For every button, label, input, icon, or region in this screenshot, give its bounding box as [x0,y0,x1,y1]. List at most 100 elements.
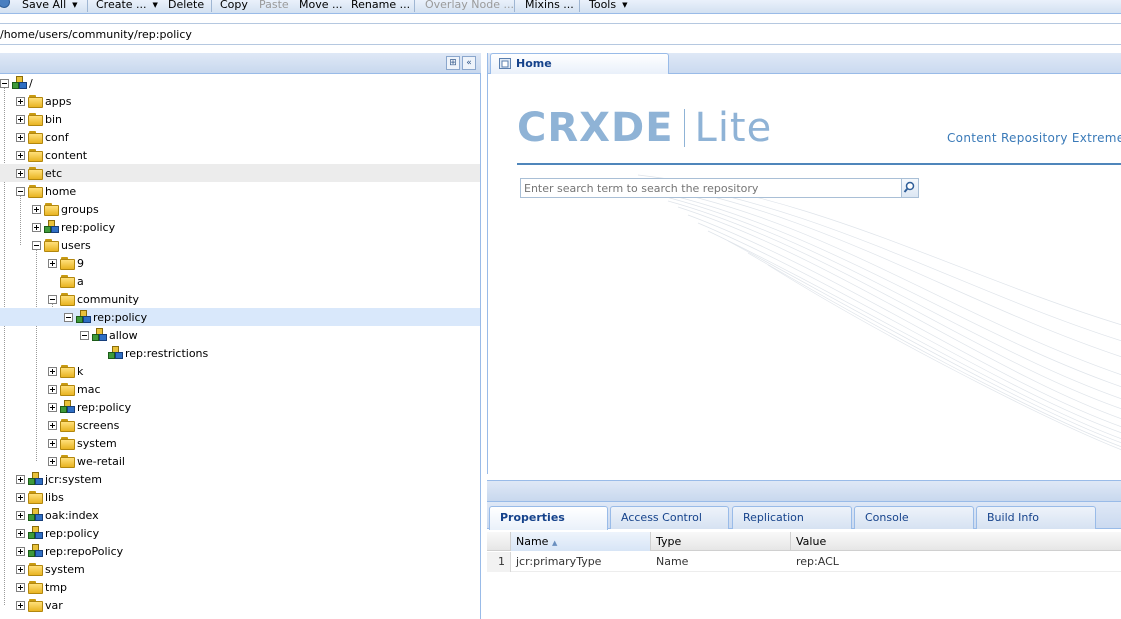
tree-node[interactable]: rep:policy [0,398,480,416]
table-row[interactable]: 1 jcr:primaryType Name rep:ACL [487,552,1121,572]
property-name[interactable]: jcr:primaryType [511,552,651,572]
expand-icon[interactable] [32,205,41,214]
column-header-type[interactable]: Type [651,532,791,551]
panel-splitter[interactable] [487,480,1121,502]
expand-icon[interactable] [16,601,25,610]
tree-node[interactable]: system [0,434,480,452]
tools-button[interactable]: Tools ▼ [589,0,628,13]
tree-node[interactable]: var [0,596,480,614]
crxde-subtitle: Content Repository Extreme Development E… [947,131,1121,145]
tree-node[interactable]: bin [0,110,480,128]
tree-node[interactable]: system [0,560,480,578]
tree-node[interactable]: k [0,362,480,380]
collapse-icon[interactable] [32,241,41,250]
folder-icon [28,580,44,594]
search-button[interactable] [901,178,919,198]
tree-node[interactable]: screens [0,416,480,434]
tree-node[interactable]: libs [0,488,480,506]
tree-node[interactable]: etc [0,164,480,182]
expand-icon[interactable] [16,529,25,538]
tab-home-label: Home [516,57,552,70]
repository-search-input[interactable] [521,179,901,197]
expand-icon[interactable] [48,421,57,430]
tree-node-label: home [45,185,77,198]
copy-button[interactable]: Copy [220,0,248,13]
tree-node[interactable]: tmp [0,578,480,596]
tree-node[interactable]: community [0,290,480,308]
repository-tree: / apps bin conf content etc home groups rep:poli… [0,74,480,619]
tree-options-icon[interactable]: ⊞ [446,56,460,70]
properties-panel: Properties Access Control Replication Co… [487,502,1121,619]
refresh-icon[interactable] [0,0,10,8]
tree-node[interactable]: rep:policy [0,218,480,236]
collapse-icon[interactable] [16,187,25,196]
expand-icon[interactable] [16,565,25,574]
expand-icon[interactable] [48,439,57,448]
tab-home[interactable]: Home [490,53,669,74]
folder-icon [60,274,76,288]
expand-icon[interactable] [48,259,57,268]
tree-node[interactable]: home [0,182,480,200]
tree-node-label: system [77,437,117,450]
expand-icon[interactable] [16,547,25,556]
move-button[interactable]: Move ... [299,0,342,13]
path-input[interactable] [0,24,1121,44]
expand-icon[interactable] [48,403,57,412]
tree-node[interactable]: a [0,272,480,290]
cubes-icon [28,508,44,522]
property-type[interactable]: Name [651,552,791,572]
tab-build-info[interactable]: Build Info [976,506,1096,529]
rename-button[interactable]: Rename ... [351,0,410,13]
tab-console[interactable]: Console [854,506,974,529]
expand-icon[interactable] [16,151,25,160]
expand-icon[interactable] [16,475,25,484]
paste-button[interactable]: Paste [259,0,289,13]
tree-node[interactable]: we-retail [0,452,480,470]
tree-node[interactable]: rep:policy [0,308,480,326]
collapse-icon[interactable] [48,295,57,304]
expand-icon[interactable] [16,115,25,124]
expand-icon[interactable] [48,457,57,466]
expand-icon[interactable] [16,511,25,520]
tree-node[interactable]: jcr:system [0,470,480,488]
tree-node-label: rep:policy [93,311,148,324]
tree-node[interactable]: rep:repoPolicy [0,542,480,560]
tab-access-control[interactable]: Access Control [610,506,729,529]
expand-icon[interactable] [16,169,25,178]
tree-node[interactable]: allow [0,326,480,344]
create-button[interactable]: Create ... ▼ [96,0,158,13]
save-all-button[interactable]: Save All ▼ [22,0,78,13]
tree-node[interactable]: apps [0,92,480,110]
tree-node[interactable]: users [0,236,480,254]
tree-node[interactable]: content [0,146,480,164]
delete-button[interactable]: Delete [168,0,204,13]
expand-icon[interactable] [16,133,25,142]
tree-node[interactable]: oak:index [0,506,480,524]
property-value[interactable]: rep:ACL [791,552,1121,572]
tree-node[interactable]: groups [0,200,480,218]
folder-icon [28,562,44,576]
collapse-icon[interactable] [0,79,9,88]
collapse-panel-icon[interactable]: « [462,56,476,70]
tab-properties[interactable]: Properties [489,506,608,530]
tree-node[interactable]: conf [0,128,480,146]
tab-replication[interactable]: Replication [732,506,852,529]
expand-icon[interactable] [32,223,41,232]
column-header-name[interactable]: Name ▲ [511,532,651,551]
collapse-icon[interactable] [80,331,89,340]
expand-icon[interactable] [16,97,25,106]
overlay-node-button[interactable]: Overlay Node ... [425,0,514,13]
tree-node[interactable]: rep:policy [0,524,480,542]
mixins-button[interactable]: Mixins ... [525,0,574,13]
column-header-value[interactable]: Value [791,532,1121,551]
expand-icon[interactable] [16,493,25,502]
expand-icon[interactable] [16,583,25,592]
collapse-icon[interactable] [64,313,73,322]
tree-node[interactable]: rep:restrictions [0,344,480,362]
folder-icon [44,202,60,216]
tree-node[interactable]: / [0,74,480,92]
expand-icon[interactable] [48,385,57,394]
tree-node[interactable]: 9 [0,254,480,272]
expand-icon[interactable] [48,367,57,376]
tree-node[interactable]: mac [0,380,480,398]
